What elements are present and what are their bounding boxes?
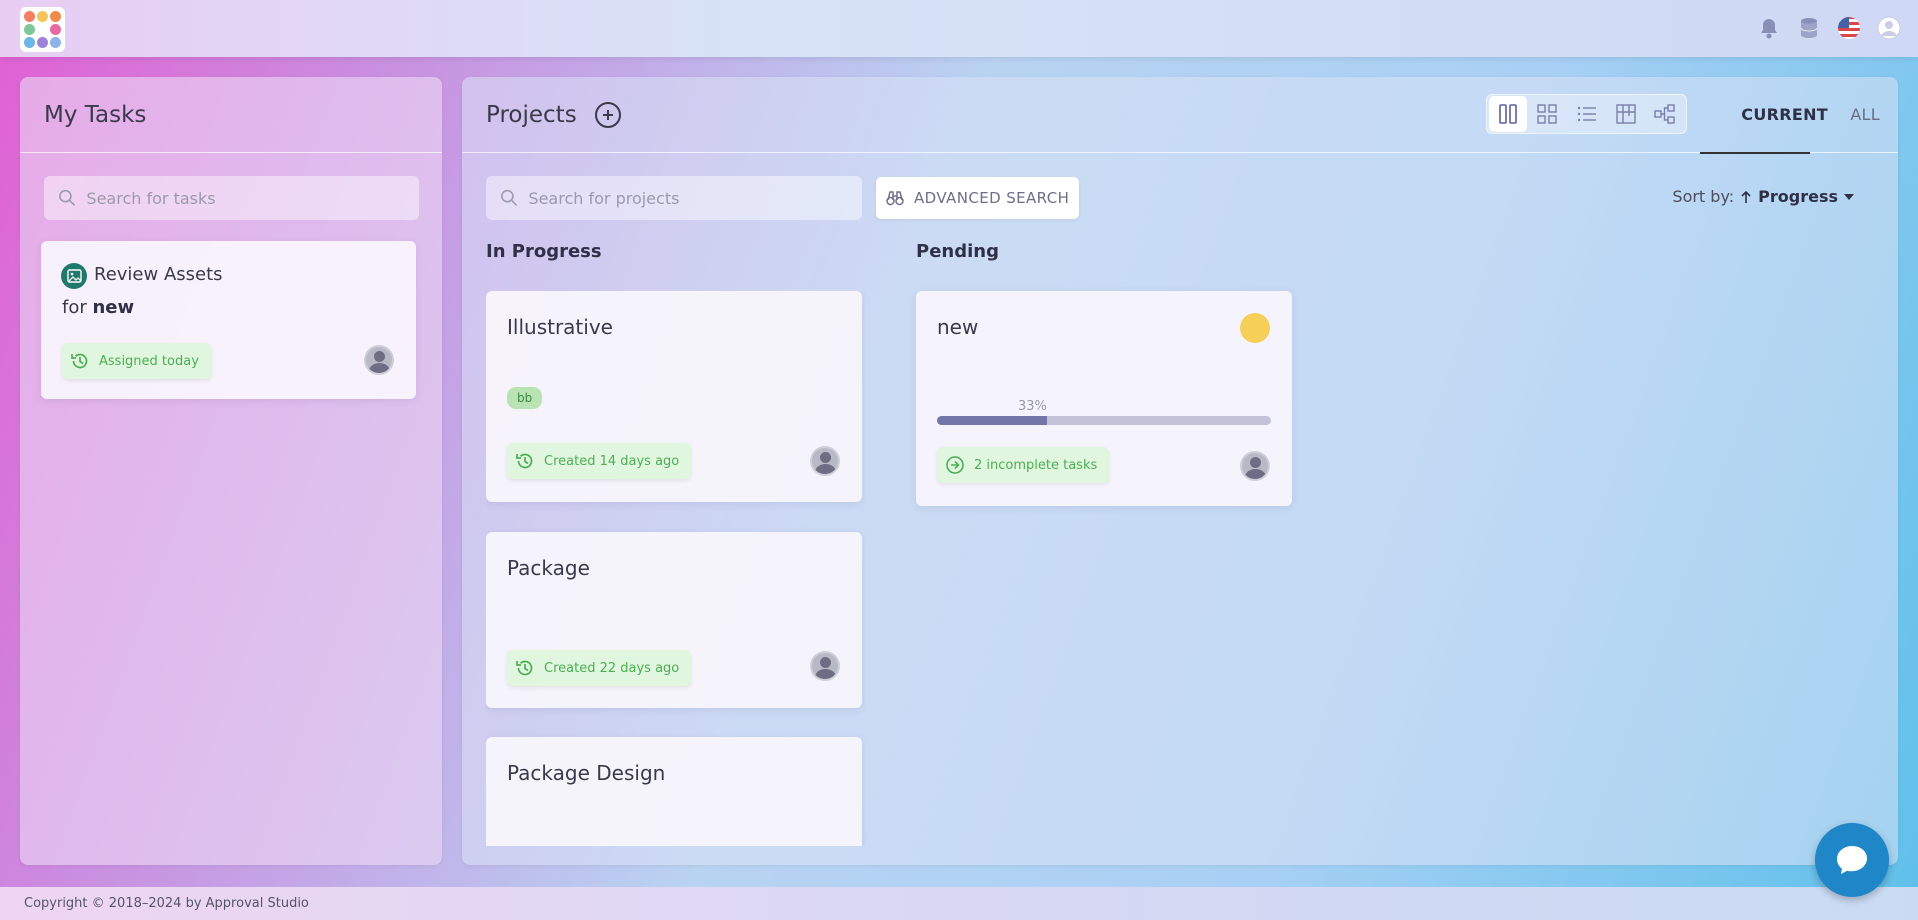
advanced-search-button[interactable]: ADVANCED SEARCH: [876, 177, 1080, 219]
arrow-circle-right-icon: [946, 456, 964, 474]
tree-view-button[interactable]: [1646, 96, 1684, 132]
top-bar: [0, 0, 1918, 57]
columns-icon: [1499, 104, 1517, 124]
task-title: Review Assets: [94, 264, 223, 285]
progress-percent: 33%: [1018, 399, 1047, 414]
projects-panel: Projects CURRENT ALL Search for projects…: [462, 77, 1898, 865]
caret-down-icon[interactable]: [1844, 193, 1854, 201]
projects-header: Projects CURRENT ALL: [462, 77, 1898, 154]
task-project-name[interactable]: new: [92, 297, 134, 318]
my-tasks-panel: My Tasks Review Assets for new Assigned …: [20, 77, 442, 865]
list-icon: [1577, 106, 1596, 122]
database-icon[interactable]: [1796, 15, 1822, 41]
task-card[interactable]: Review Assets for new Assigned today: [41, 241, 416, 399]
history-icon: [516, 453, 533, 469]
board-icon: [1616, 104, 1636, 124]
task-status-text: Assigned today: [99, 353, 199, 369]
image-icon: [61, 263, 87, 289]
project-title: Package: [507, 556, 590, 580]
task-search-input[interactable]: [86, 188, 419, 208]
task-search[interactable]: [44, 176, 419, 220]
project-title: new: [937, 315, 979, 339]
in-progress-column: Illustrative bb Created 14 days ago Pack…: [486, 291, 866, 846]
view-switcher: [1486, 94, 1687, 134]
column-title-in-progress: In Progress: [486, 241, 602, 262]
sort-label: Sort by:: [1672, 187, 1735, 206]
plus-icon: [602, 109, 613, 120]
board-view-button[interactable]: [1607, 96, 1645, 132]
my-tasks-title: My Tasks: [44, 101, 147, 128]
project-owner-avatar[interactable]: [810, 446, 840, 476]
grid-view-button[interactable]: [1528, 96, 1566, 132]
progress-bar: [937, 416, 1271, 425]
us-flag-icon[interactable]: [1836, 15, 1862, 41]
add-project-button[interactable]: [594, 101, 621, 128]
project-search[interactable]: [486, 176, 862, 220]
binoculars-icon: [886, 191, 904, 206]
project-card-package-design[interactable]: Package Design: [486, 737, 862, 846]
arrow-up-icon[interactable]: [1740, 190, 1752, 204]
project-title: Package Design: [507, 761, 666, 785]
project-card-illustrative[interactable]: Illustrative bb Created 14 days ago: [486, 291, 862, 502]
app-logo[interactable]: [20, 7, 65, 52]
project-status-text: Created 22 days ago: [544, 660, 680, 676]
hierarchy-icon: [1654, 104, 1675, 124]
bell-icon[interactable]: [1756, 15, 1782, 41]
user-icon[interactable]: [1876, 15, 1902, 41]
chat-bubble-icon: [1837, 846, 1867, 874]
tab-all[interactable]: ALL: [1850, 105, 1880, 124]
history-icon: [71, 353, 88, 369]
header-icons: [1756, 15, 1902, 41]
project-status-text: 2 incomplete tasks: [974, 457, 1098, 473]
task-status-chip: Assigned today: [62, 343, 211, 379]
grid-icon: [1537, 104, 1557, 124]
project-status-text: Created 14 days ago: [544, 453, 680, 469]
tab-current[interactable]: CURRENT: [1741, 105, 1828, 124]
project-owner-avatar[interactable]: [1240, 451, 1270, 481]
project-search-input[interactable]: [528, 188, 862, 208]
project-status-chip: 2 incomplete tasks: [937, 447, 1110, 483]
projects-title: Projects: [486, 101, 577, 128]
copyright-text: Copyright © 2018–2024 by Approval Studio: [24, 896, 309, 911]
task-project-line: for new: [62, 297, 134, 318]
project-card-package[interactable]: Package Created 22 days ago: [486, 532, 862, 708]
footer: Copyright © 2018–2024 by Approval Studio: [0, 887, 1918, 920]
project-status-chip: Created 14 days ago: [507, 443, 692, 479]
task-assignee-avatar[interactable]: [364, 345, 394, 375]
sort-value[interactable]: Progress: [1758, 187, 1838, 206]
project-card-new[interactable]: new 33% 2 incomplete tasks: [916, 291, 1292, 506]
search-icon: [501, 189, 518, 206]
kanban-view-button[interactable]: [1489, 96, 1528, 132]
sort-control[interactable]: Sort by: Progress: [1672, 187, 1854, 206]
active-tab-underline: [1700, 152, 1810, 154]
project-tag[interactable]: bb: [507, 387, 543, 409]
my-tasks-header: My Tasks: [20, 77, 442, 153]
task-for-label: for: [62, 297, 87, 318]
advanced-search-label: ADVANCED SEARCH: [914, 189, 1070, 207]
project-status-chip: Created 22 days ago: [507, 650, 692, 686]
progress-bar-fill: [937, 416, 1048, 425]
search-icon: [59, 189, 76, 206]
list-view-button[interactable]: [1567, 96, 1605, 132]
project-owner-avatar[interactable]: [810, 651, 840, 681]
column-title-pending: Pending: [916, 241, 999, 262]
project-title: Illustrative: [507, 315, 613, 339]
history-icon: [516, 660, 533, 676]
status-dot: [1240, 313, 1270, 343]
chat-button[interactable]: [1815, 823, 1889, 897]
